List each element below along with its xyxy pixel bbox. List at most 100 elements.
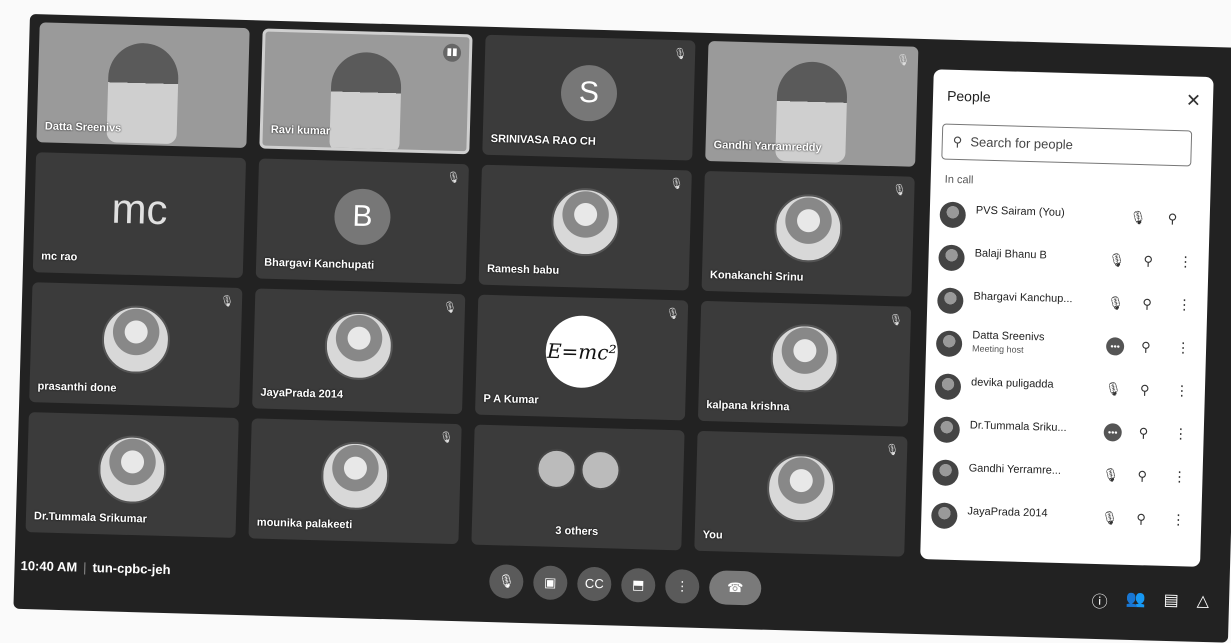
pin-icon[interactable]: ⚲ xyxy=(1139,425,1149,441)
list-item[interactable]: JayaPrada 2014 🎙 ⚲ ⋮ xyxy=(930,494,1194,544)
list-item[interactable]: Dr.Tummala Sriku... ••• ⚲ ⋮ xyxy=(933,408,1196,458)
speaking-indicator-icon: ▮▮ xyxy=(442,43,462,63)
participant-tile[interactable]: 🎙 JayaPrada 2014 xyxy=(252,288,466,415)
mic-off-icon[interactable]: 🎙 xyxy=(1108,252,1125,268)
panel-title: People xyxy=(946,87,991,105)
mic-off-icon: 🎙 xyxy=(439,431,454,444)
pin-icon[interactable]: ⚲ xyxy=(1142,296,1152,312)
participant-name: Konakanchi Srinu xyxy=(709,269,804,284)
participant-tile[interactable]: mc mc rao xyxy=(32,152,247,279)
participant-name: You xyxy=(702,528,723,542)
participant-tile[interactable]: S 🎙 SRINIVASA RAO CH xyxy=(482,34,696,161)
mic-off-icon: 🎙 xyxy=(442,301,458,315)
mic-off-icon[interactable]: 🎙 xyxy=(1107,295,1124,311)
speaking-indicator-icon[interactable]: ••• xyxy=(1103,423,1122,442)
call-controls: 🎙 ▣ CC ⬒ ⋮ ☎ xyxy=(488,564,762,606)
search-icon: ⚲ xyxy=(952,133,963,150)
participant-tile[interactable]: 🎙 prasanthi done xyxy=(29,282,243,408)
chat-icon[interactable]: ▤ xyxy=(1163,590,1179,614)
avatar xyxy=(932,459,959,487)
avatar: S xyxy=(560,64,618,122)
list-item[interactable]: Balaji Bhanu B 🎙 ⚲ ⋮ xyxy=(938,236,1201,286)
participant-tile[interactable]: 🎙 Konakanchi Srinu xyxy=(701,170,915,297)
grouped-avatars xyxy=(535,448,622,491)
close-icon[interactable]: ✕ xyxy=(1186,90,1202,111)
search-placeholder: Search for people xyxy=(970,134,1074,153)
participant-name: Ravi kumar xyxy=(270,123,331,138)
pin-icon[interactable]: ⚲ xyxy=(1143,253,1153,269)
list-item[interactable]: Datta Sreenivs Meeting host ••• ⚲ ⋮ xyxy=(935,322,1199,372)
captions-button[interactable]: CC xyxy=(576,566,612,602)
mic-off-icon: 🎙 xyxy=(888,314,903,327)
avatar: B xyxy=(333,188,392,246)
participant-tile-others[interactable]: 3 others xyxy=(471,424,685,551)
avatar xyxy=(933,416,961,444)
leave-call-button[interactable]: ☎ xyxy=(708,570,762,606)
present-button[interactable]: ⬒ xyxy=(620,567,656,603)
avatar xyxy=(323,310,394,381)
more-options-icon[interactable]: ⋮ xyxy=(1175,382,1189,399)
mic-off-icon[interactable]: 🎙 xyxy=(1102,467,1119,483)
more-options-icon[interactable]: ⋮ xyxy=(1172,468,1186,485)
list-item[interactable]: devika puligadda 🎙 ⚲ ⋮ xyxy=(934,365,1197,415)
participant-name: Ramesh babu xyxy=(486,262,560,277)
participant-tile[interactable]: 🎙 kalpana krishna xyxy=(697,300,912,427)
more-options-icon[interactable]: ⋮ xyxy=(1176,339,1190,356)
meeting-time: 10:40 AM xyxy=(20,557,78,575)
pin-icon[interactable]: ⚲ xyxy=(1140,382,1150,398)
people-panel: People ✕ ⚲ Search for people In call PVS … xyxy=(920,69,1214,567)
participant-tile[interactable]: 🎙 Gandhi Yarramreddy xyxy=(705,40,919,167)
participant-name: Datta Sreenivs xyxy=(44,120,122,135)
participant-tile[interactable]: Dr.Tummala Srikumar xyxy=(25,412,239,538)
more-options-icon[interactable]: ⋮ xyxy=(1171,511,1185,528)
avatar xyxy=(579,449,622,491)
mic-off-icon[interactable]: 🎙 xyxy=(1101,510,1118,526)
section-label: In call xyxy=(944,173,974,187)
participant-tile-active-speaker[interactable]: ▮▮ Ravi kumar xyxy=(259,28,473,155)
participant-name: Gandhi Yarramreddy xyxy=(713,139,822,155)
participant-name: mc rao xyxy=(41,250,78,264)
pin-icon[interactable]: ⚲ xyxy=(1141,339,1151,355)
pin-icon[interactable]: ⚲ xyxy=(1136,511,1146,527)
list-item[interactable]: Bhargavi Kanchup... 🎙 ⚲ ⋮ xyxy=(936,279,1200,329)
participant-tile[interactable]: Datta Sreenivs xyxy=(36,22,250,149)
meet-window: Datta Sreenivs ▮▮ Ravi kumar S 🎙 SRINIVA… xyxy=(13,14,1231,643)
participant-name: kalpana krishna xyxy=(706,399,790,414)
participant-tile[interactable]: B 🎙 Bhargavi Kanchupati xyxy=(255,158,469,285)
participant-role: Meeting host xyxy=(971,343,1024,355)
list-item[interactable]: PVS Sairam (You) 🎙 ⚲ xyxy=(939,193,1202,243)
pin-icon[interactable]: ⚲ xyxy=(1168,211,1178,227)
participant-tile[interactable]: 🎙 Ramesh babu xyxy=(478,164,692,291)
more-options-icon[interactable]: ⋮ xyxy=(1178,253,1192,270)
participant-name: Bhargavi Kanchup... xyxy=(973,290,1073,306)
mic-off-icon[interactable]: 🎙 xyxy=(1105,381,1122,397)
participant-name: P A Kumar xyxy=(483,392,539,407)
search-input[interactable]: ⚲ Search for people xyxy=(941,123,1193,167)
separator: | xyxy=(82,559,87,575)
avatar xyxy=(101,304,171,375)
people-icon[interactable]: 👥 xyxy=(1125,589,1146,614)
mic-off-icon: 🎙 xyxy=(446,171,461,185)
avatar xyxy=(934,373,962,401)
activities-icon[interactable]: △ xyxy=(1196,591,1210,615)
participant-tile[interactable]: 🎙 mounika palakeeti xyxy=(248,418,462,545)
meeting-code: tun-cpbc-jeh xyxy=(92,559,171,578)
participant-list: PVS Sairam (You) 🎙 ⚲ Balaji Bhanu B 🎙 ⚲ … xyxy=(930,193,1203,544)
list-item[interactable]: Gandhi Yerramre... 🎙 ⚲ ⋮ xyxy=(932,451,1195,501)
meeting-info: 10:40 AM | tun-cpbc-jeh xyxy=(20,558,170,577)
more-options-icon[interactable]: ⋮ xyxy=(1177,296,1191,313)
avatar xyxy=(939,201,967,229)
participant-tile[interactable]: E=mc² 🎙 P A Kumar xyxy=(474,294,689,421)
mic-off-button[interactable]: 🎙 xyxy=(488,564,524,599)
info-icon[interactable]: ⓘ xyxy=(1091,588,1108,612)
mic-off-icon[interactable]: 🎙 xyxy=(1130,210,1147,226)
more-options-icon[interactable]: ⋮ xyxy=(1173,425,1188,442)
avatar xyxy=(938,244,965,272)
speaking-indicator-icon[interactable]: ••• xyxy=(1105,337,1125,356)
side-actions: ⓘ 👥 ▤ △ xyxy=(1091,588,1209,615)
camera-off-button[interactable]: ▣ xyxy=(532,565,568,601)
more-options-button[interactable]: ⋮ xyxy=(664,568,700,604)
participant-tile-self[interactable]: 🎙 You xyxy=(694,430,908,557)
avatar: mc xyxy=(110,184,169,234)
pin-icon[interactable]: ⚲ xyxy=(1137,468,1147,484)
